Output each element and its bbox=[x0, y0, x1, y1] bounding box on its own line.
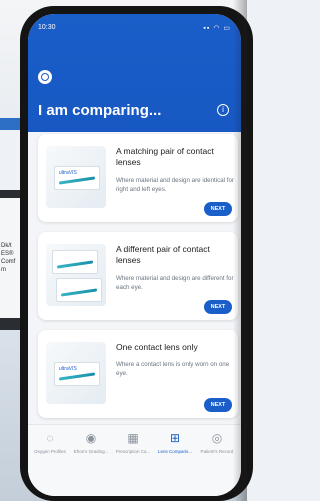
nav-label: Efron's Grading... bbox=[73, 449, 109, 454]
lens-box: ultraVIS bbox=[54, 362, 100, 386]
status-bar: 10:30 ▪▪ ◠ ▭ bbox=[38, 24, 231, 36]
lens-box-image: ultraVIS bbox=[46, 342, 106, 404]
box-stripe bbox=[59, 176, 95, 185]
lens-box: ultraVIS bbox=[54, 166, 100, 190]
option-card-different-pair[interactable]: A different pair of contact lenses Where… bbox=[38, 232, 238, 320]
next-button[interactable]: NEXT bbox=[204, 202, 232, 216]
box-stripe bbox=[59, 372, 95, 381]
option-card-matching-pair[interactable]: ultraVIS A matching pair of contact lens… bbox=[38, 134, 238, 222]
eye-icon: ◉ bbox=[85, 431, 97, 445]
nav-label: Lens Comparis... bbox=[157, 449, 192, 454]
status-time: 10:30 bbox=[38, 24, 56, 31]
status-icons: ▪▪ ◠ ▭ bbox=[203, 25, 231, 32]
next-button[interactable]: NEXT bbox=[204, 300, 232, 314]
card-title: A different pair of contact lenses bbox=[116, 244, 210, 265]
patient-icon: ◎ bbox=[211, 431, 223, 445]
logo-icon bbox=[38, 70, 52, 84]
background-shadow bbox=[233, 0, 247, 501]
box-brand: ultraVIS bbox=[59, 170, 77, 176]
nav-item-prescription-calculator[interactable]: ▦ Prescription Ca... bbox=[114, 431, 152, 454]
app-header: 10:30 ▪▪ ◠ ▭ I am comparing... i bbox=[28, 14, 241, 132]
card-description: Where material and design are identical … bbox=[116, 177, 234, 193]
next-button[interactable]: NEXT bbox=[204, 398, 232, 412]
phone-device: 10:30 ▪▪ ◠ ▭ I am comparing... i ultraVI… bbox=[20, 6, 253, 501]
nav-label: Oxygen Profiles bbox=[34, 449, 66, 454]
box-brand: ultraVIS bbox=[59, 366, 77, 372]
nav-label: Patient's Record bbox=[200, 449, 234, 454]
box-stripe bbox=[57, 260, 93, 269]
box-stripe bbox=[61, 288, 97, 297]
card-description: Where a contact lens is only worn on one… bbox=[116, 361, 230, 377]
nav-item-lens-comparison[interactable]: ⊞ Lens Comparis... bbox=[156, 431, 194, 454]
info-icon[interactable]: i bbox=[217, 104, 229, 116]
lens-box-image bbox=[46, 244, 106, 306]
card-title: One contact lens only bbox=[116, 342, 198, 352]
nav-item-patients-record[interactable]: ◎ Patient's Record bbox=[198, 431, 236, 454]
calculator-icon: ▦ bbox=[127, 431, 139, 445]
lens-box-image: ultraVIS bbox=[46, 146, 106, 208]
option-card-one-lens[interactable]: ultraVIS One contact lens only Where a c… bbox=[38, 330, 238, 418]
card-description: Where material and design are different … bbox=[116, 275, 234, 291]
nav-item-efrons-grading[interactable]: ◉ Efron's Grading... bbox=[72, 431, 110, 454]
lens-box bbox=[52, 250, 98, 274]
nav-label: Prescription Ca... bbox=[115, 449, 151, 454]
compare-icon: ⊞ bbox=[169, 431, 181, 445]
card-title: A matching pair of contact lenses bbox=[116, 146, 214, 167]
nav-item-oxygen-profiles[interactable]: ◌ Oxygen Profiles bbox=[31, 431, 69, 454]
lens-box bbox=[56, 278, 102, 302]
bottom-navigation: ◌ Oxygen Profiles ◉ Efron's Grading... ▦… bbox=[28, 424, 241, 496]
page-title: I am comparing... bbox=[38, 102, 162, 119]
oxygen-icon: ◌ bbox=[46, 431, 54, 445]
phone-screen: 10:30 ▪▪ ◠ ▭ I am comparing... i ultraVI… bbox=[28, 14, 241, 496]
